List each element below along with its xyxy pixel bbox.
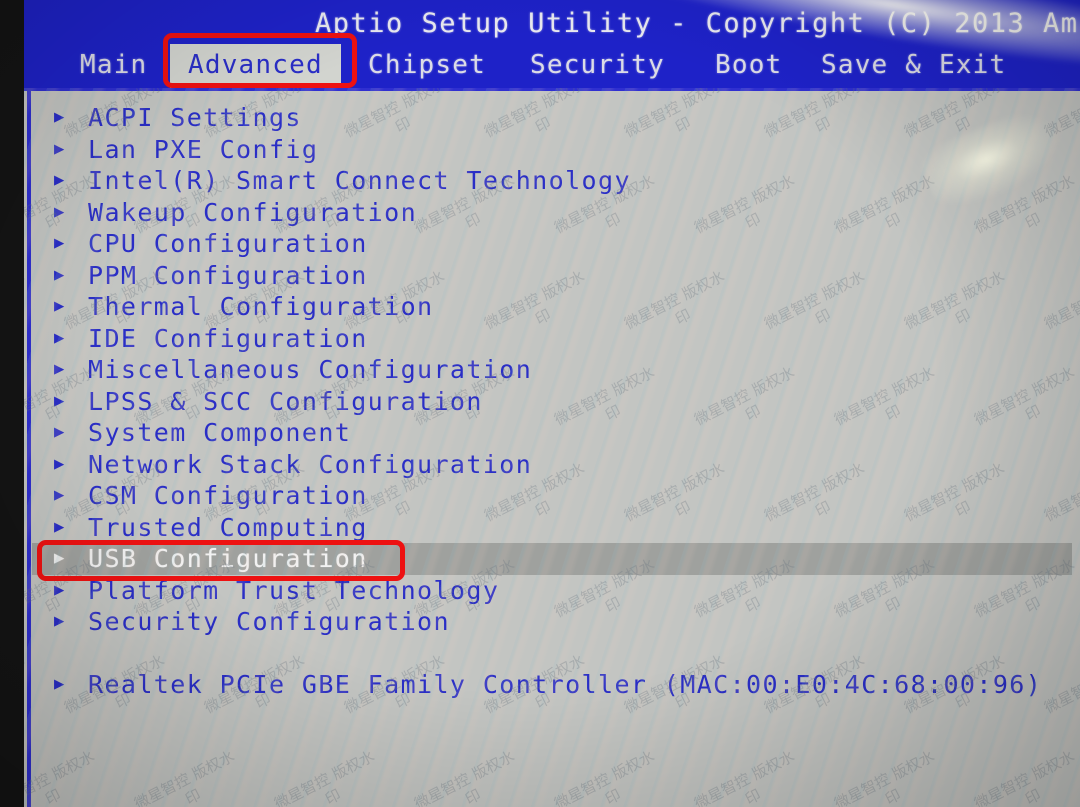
settings-panel: ▶ ACPI Settings ▶ Lan PXE Config ▶ Intel(R) S… <box>24 88 1080 807</box>
page-title: Aptio Setup Utility - Copyright (C) 2013… <box>315 8 1079 39</box>
submenu-arrow-icon: ▶ <box>54 422 65 442</box>
menu-item-label: Security Configuration <box>88 607 450 636</box>
menu-item-label: ACPI Settings <box>88 103 302 132</box>
menu-item[interactable]: ▶ Wakeup Configuration <box>32 197 1072 229</box>
submenu-arrow-icon: ▶ <box>54 264 65 285</box>
menu-item[interactable]: ▶ Miscellaneous Configuration <box>32 354 1072 386</box>
menu-item-label: LPSS & SCC Configuration <box>88 386 483 416</box>
menu-item[interactable]: ▶ CSM Configuration <box>32 480 1072 512</box>
tab-security[interactable]: Security <box>530 44 665 88</box>
menu-item-label: Lan PXE Config <box>88 134 319 164</box>
tab-save-exit[interactable]: Save & Exit <box>821 44 1006 88</box>
submenu-arrow-icon: ▶ <box>54 548 65 568</box>
menu-item-label: Wakeup Configuration <box>88 197 418 227</box>
bios-header-band: Aptio Setup Utility - Copyright (C) 2013… <box>24 0 1080 88</box>
submenu-arrow-icon: ▶ <box>54 390 65 411</box>
menu-item-label: Platform Trust Technology <box>88 575 500 605</box>
tab-main[interactable]: Main <box>80 44 147 88</box>
menu-item[interactable]: ▶ LPSS & SCC Configuration <box>32 386 1072 418</box>
panel-border-left <box>27 88 31 807</box>
menu-item[interactable]: ▶ Realtek PCIe GBE Family Controller (MAC… <box>32 669 1072 701</box>
submenu-arrow-icon: ▶ <box>54 453 65 474</box>
menu-item[interactable]: ▶ Trusted Computing <box>32 512 1072 544</box>
menu-item-label: System Component <box>88 418 352 447</box>
menu-item[interactable]: ▶ PPM Configuration <box>32 260 1072 292</box>
tab-boot[interactable]: Boot <box>715 44 782 88</box>
submenu-arrow-icon: ▶ <box>54 138 65 159</box>
menu-item-label: IDE Configuration <box>88 323 368 353</box>
menu-item[interactable]: ▶ System Component <box>32 417 1072 449</box>
tab-chipset[interactable]: Chipset <box>368 44 486 88</box>
submenu-arrow-icon: ▶ <box>54 674 65 694</box>
tab-advanced[interactable]: Advanced <box>170 44 341 88</box>
menu-item-label: Network Stack Configuration <box>88 449 533 479</box>
submenu-arrow-icon: ▶ <box>54 485 65 505</box>
submenu-arrow-icon: ▶ <box>54 359 65 379</box>
submenu-arrow-icon: ▶ <box>54 579 65 600</box>
menu-item-label: CSM Configuration <box>88 481 368 510</box>
menu-item-label: CPU Configuration <box>88 229 368 258</box>
menu-item-label: Intel(R) Smart Connect Technology <box>88 166 631 195</box>
menu-item[interactable]: ▶ IDE Configuration <box>32 323 1072 355</box>
menu-item-label: Trusted Computing <box>88 512 368 542</box>
menu-row-spacer <box>32 638 1072 670</box>
submenu-arrow-icon: ▶ <box>54 170 65 190</box>
menu-item[interactable]: ▶ Platform Trust Technology <box>32 575 1072 607</box>
submenu-arrow-icon: ▶ <box>54 611 65 631</box>
menu-item[interactable]: ▶ ACPI Settings <box>32 102 1072 134</box>
menu-item[interactable]: ▶ Security Configuration <box>32 606 1072 638</box>
menu-item-label: Realtek PCIe GBE Family Controller (MAC:… <box>88 670 1043 699</box>
submenu-arrow-icon: ▶ <box>54 327 65 348</box>
submenu-arrow-icon: ▶ <box>54 233 65 253</box>
submenu-arrow-icon: ▶ <box>54 201 65 222</box>
menu-item-label: Miscellaneous Configuration <box>88 355 533 384</box>
menu-item[interactable]: ▶ Network Stack Configuration <box>32 449 1072 481</box>
menu-item-label: USB Configuration <box>88 544 368 573</box>
menu-item[interactable]: ▶ Thermal Configuration <box>32 291 1072 323</box>
menu-item-label: PPM Configuration <box>88 260 368 290</box>
submenu-arrow-icon: ▶ <box>54 296 65 316</box>
bios-photograph: Aptio Setup Utility - Copyright (C) 2013… <box>0 0 1080 807</box>
menu-item-label: Thermal Configuration <box>88 292 434 321</box>
bios-screen: Aptio Setup Utility - Copyright (C) 2013… <box>24 0 1080 807</box>
menu-item[interactable]: ▶ Lan PXE Config <box>32 134 1072 166</box>
advanced-menu-list: ▶ ACPI Settings ▶ Lan PXE Config ▶ Intel(R) S… <box>32 102 1072 701</box>
menu-tab-bar: Main Advanced Chipset Security Boot Save… <box>24 44 1080 88</box>
submenu-arrow-icon: ▶ <box>54 107 65 127</box>
menu-item[interactable]: ▶ Intel(R) Smart Connect Technology <box>32 165 1072 197</box>
panel-border-top <box>24 88 1080 91</box>
submenu-arrow-icon: ▶ <box>54 516 65 537</box>
menu-item[interactable]: ▶ CPU Configuration <box>32 228 1072 260</box>
menu-item[interactable]: ▶ USB Configuration <box>32 543 1072 575</box>
